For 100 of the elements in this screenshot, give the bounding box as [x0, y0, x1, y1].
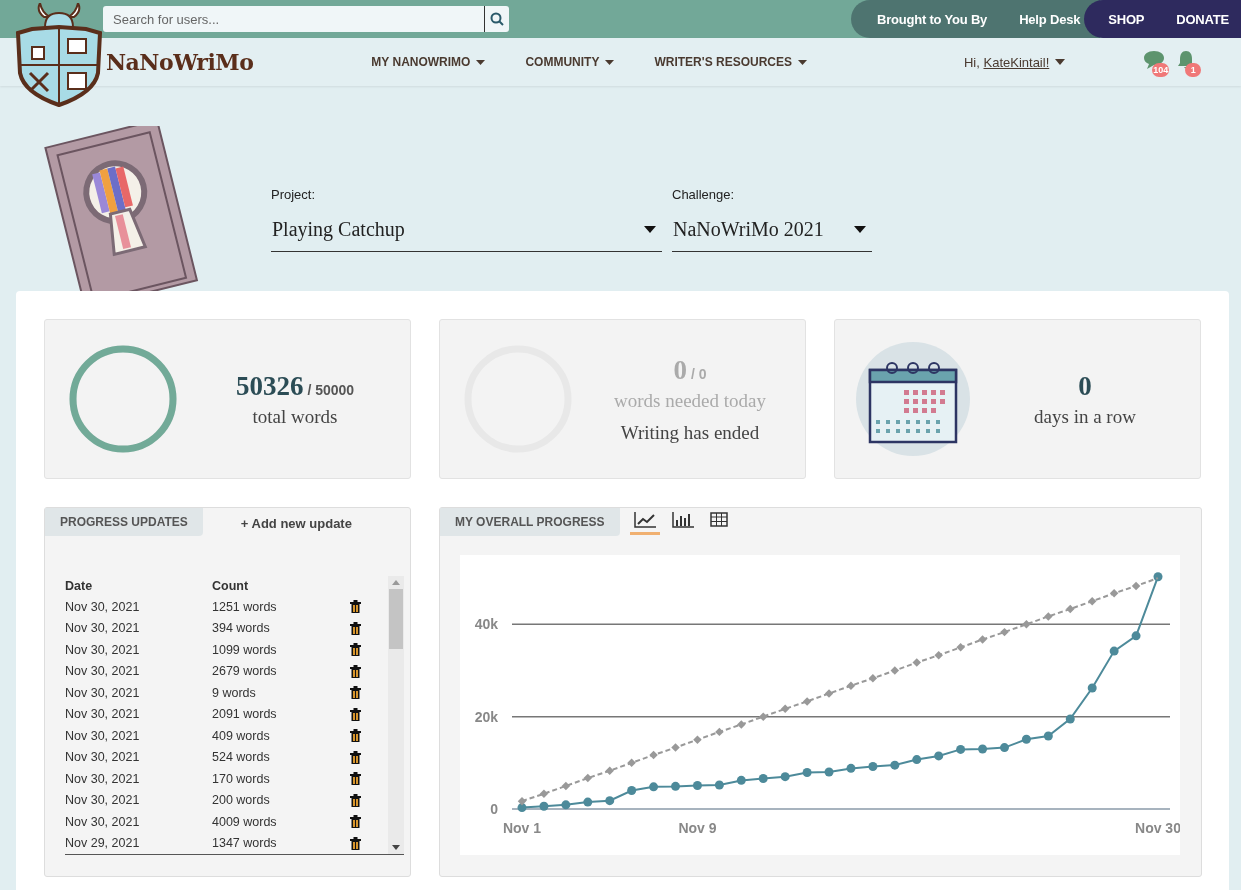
axis-label: 0	[490, 801, 498, 817]
panel-tab[interactable]: MY OVERALL PROGRESS	[440, 508, 620, 536]
caret-icon[interactable]	[1055, 59, 1066, 65]
nav-menu[interactable]: COMMUNITY	[525, 55, 600, 69]
target-point	[846, 681, 856, 690]
trash-icon[interactable]	[350, 793, 361, 807]
data-point	[978, 744, 988, 754]
table-cell-text: 9 words	[212, 685, 257, 700]
caret-icon[interactable]	[605, 59, 615, 65]
target-point	[605, 766, 614, 775]
target-point	[934, 650, 943, 660]
data-point	[627, 786, 637, 796]
search-icon	[490, 12, 504, 26]
table-cell-text: 1099 words	[212, 642, 278, 657]
table-cell-text: 170 words	[212, 771, 271, 786]
table-cell-text: Nov 29, 2021	[65, 836, 141, 851]
data-point	[692, 780, 702, 790]
table-cell-text: Nov 30, 2021	[65, 664, 141, 679]
target-point	[868, 674, 878, 683]
target-point	[671, 743, 680, 752]
streak-count: 0	[1078, 370, 1092, 402]
target-point	[1066, 604, 1075, 614]
challenge-select[interactable]: NaNoWriMo 2021	[672, 218, 872, 252]
axis-label: Nov 1	[502, 820, 542, 836]
target-point	[890, 666, 900, 675]
total-word-count: 50326	[235, 370, 304, 401]
trash-icon[interactable]	[350, 772, 361, 786]
top-link[interactable]: SHOP	[1108, 11, 1145, 27]
axis-label: Nov 9	[678, 820, 717, 836]
data-point	[517, 803, 527, 813]
axis-label: 40k	[474, 616, 498, 633]
top-link[interactable]: DONATE	[1176, 11, 1229, 27]
table-cell-text: Nov 30, 2021	[65, 621, 141, 636]
data-point	[934, 751, 944, 761]
data-point	[1065, 714, 1075, 724]
field-label: Challenge:	[672, 187, 736, 202]
target-point	[802, 697, 812, 706]
caret-icon[interactable]	[476, 59, 486, 65]
trash-icon[interactable]	[350, 729, 361, 743]
data-point	[824, 767, 834, 777]
table-cell-text: 394 words	[212, 621, 271, 636]
table-cell-text: Nov 30, 2021	[65, 750, 141, 765]
table-cell-text: Nov 30, 2021	[65, 793, 141, 808]
field-label: Project:	[271, 187, 317, 202]
data-point	[780, 772, 790, 782]
target-point	[1131, 581, 1141, 591]
panel-tab[interactable]: PROGRESS UPDATES	[45, 508, 203, 536]
trash-icon[interactable]	[350, 621, 361, 635]
axis-label: Nov 30	[1135, 820, 1180, 836]
target-point	[693, 735, 702, 744]
target-point	[649, 750, 658, 760]
line-view-button[interactable]	[629, 509, 660, 535]
trash-icon[interactable]	[350, 686, 361, 700]
data-point	[539, 801, 549, 811]
table-cell-text: Nov 30, 2021	[65, 728, 141, 743]
daily-word-count: 0	[673, 354, 687, 385]
trash-icon[interactable]	[350, 643, 361, 657]
scrollbar[interactable]	[388, 576, 404, 854]
table-cell-text: Nov 30, 2021	[65, 685, 141, 700]
data-point	[868, 762, 878, 771]
table-cell-text: 524 words	[212, 750, 271, 765]
site-logo-text[interactable]: NaNoWriMo	[106, 49, 254, 75]
trash-icon[interactable]	[350, 600, 361, 614]
data-point	[846, 763, 856, 773]
calendar-icon	[856, 342, 970, 456]
trash-icon[interactable]	[350, 664, 361, 678]
data-point	[802, 768, 812, 777]
table-cell-text: Nov 30, 2021	[65, 814, 141, 829]
word-goal: / 50000	[307, 381, 355, 398]
nav-menu[interactable]: MY NANOWRIMO	[371, 55, 471, 69]
project-select[interactable]: Playing Catchup	[271, 218, 662, 252]
target-point	[956, 643, 965, 652]
trash-icon[interactable]	[350, 750, 361, 764]
stat-label: words needed today	[614, 389, 766, 412]
top-link[interactable]: Help Desk	[1019, 11, 1081, 27]
data-point	[1109, 646, 1119, 656]
status-note: Writing has ended	[620, 421, 760, 444]
target-point	[759, 712, 768, 721]
message-count-badge: 104	[1152, 63, 1170, 77]
add-update-link[interactable]: + Add new update	[240, 515, 352, 531]
target-point	[737, 720, 746, 729]
search-button[interactable]	[484, 6, 509, 32]
nav-menu[interactable]: WRITER'S RESOURCES	[654, 55, 792, 69]
caret-icon[interactable]	[798, 59, 807, 65]
table-cell-text: 2091 words	[212, 707, 278, 722]
table-cell-text: 1251 words	[212, 599, 278, 614]
trash-icon[interactable]	[350, 707, 361, 721]
scroll-down-icon[interactable]	[392, 845, 400, 850]
target-point	[912, 658, 921, 667]
username-link[interactable]: KateKintail!	[983, 54, 1050, 70]
data-point	[890, 760, 900, 770]
target-point	[1109, 589, 1119, 598]
search-field[interactable]: Search for users...	[103, 6, 484, 32]
scroll-thumb[interactable]	[389, 589, 403, 649]
table-cell-text: Nov 30, 2021	[65, 599, 141, 614]
trash-icon[interactable]	[350, 815, 361, 829]
trash-icon[interactable]	[350, 836, 361, 850]
data-point	[912, 755, 922, 765]
target-point	[780, 704, 790, 714]
top-link[interactable]: Brought to You By	[876, 11, 988, 27]
